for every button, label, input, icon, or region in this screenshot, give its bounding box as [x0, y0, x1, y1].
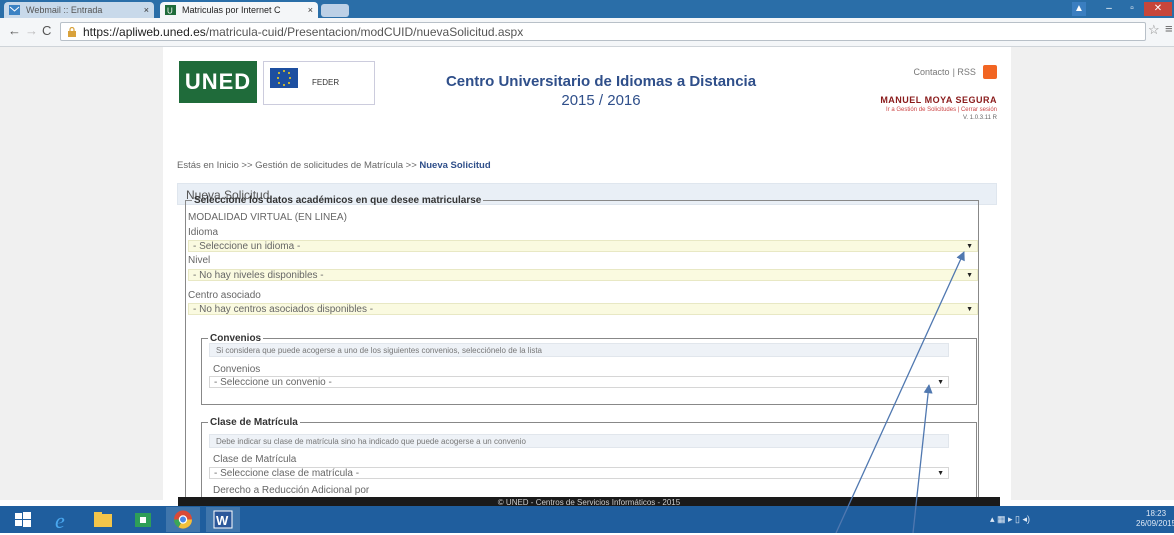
bookmark-star-icon[interactable]: ☆	[1148, 22, 1160, 38]
chevron-down-icon[interactable]: ▼	[937, 468, 944, 480]
system-tray-icons[interactable]: ▴ ▦ ▸ ▯ ◂)	[990, 514, 1030, 525]
tab-matriculas[interactable]: U Matriculas por Internet C ×	[160, 2, 318, 18]
address-bar[interactable]: https://apliweb.uned.es/matricula-cuid/P…	[60, 22, 1146, 41]
clock-time: 18:23	[1146, 509, 1167, 518]
version-label: V. 1.0.3.11 R	[962, 115, 997, 121]
nivel-select-value: - No hay niveles disponibles -	[193, 270, 324, 281]
clase-select[interactable]: - Seleccione clase de matrícula - ▼	[209, 467, 949, 479]
user-icon[interactable]: ▲	[1072, 2, 1086, 16]
rss-icon[interactable]	[983, 65, 997, 79]
derecho-label: Derecho a Reducción Adicional por	[213, 485, 370, 496]
convenios-label: Convenios	[213, 364, 261, 375]
clase-info: Debe indicar su clase de matrícula sino …	[209, 434, 949, 448]
uned-favicon-icon: U	[165, 5, 176, 15]
chevron-down-icon[interactable]: ▼	[966, 270, 973, 282]
contact-link[interactable]: Contacto	[913, 67, 949, 77]
windows-start-icon[interactable]	[6, 507, 40, 532]
forward-arrow-icon[interactable]: →	[25, 23, 38, 38]
lock-warning-icon	[68, 27, 76, 37]
menu-icon[interactable]: ≡	[1165, 21, 1173, 36]
windows-taskbar: e W ▴ ▦ ▸ ▯ ◂) 18:23 26/09/2015	[0, 506, 1174, 533]
eu-flag-icon	[270, 68, 298, 88]
svg-text:W: W	[216, 513, 229, 528]
academic-data-legend: Seleccione los datos académicos en que d…	[194, 195, 482, 206]
clock[interactable]: 18:23 26/09/2015	[1136, 509, 1174, 529]
site-title-line2: 2015 / 2016	[561, 92, 641, 109]
nivel-select[interactable]: - No hay niveles disponibles - ▼	[188, 269, 978, 281]
user-name: MANUEL MOYA SEGURA	[880, 95, 997, 105]
convenios-select-value: - Seleccione un convenio -	[214, 377, 332, 388]
clase-matricula-legend: Clase de Matrícula	[210, 417, 298, 428]
browser-tab-strip: Webmail :: Entrada × U Matriculas por In…	[0, 0, 1174, 18]
centro-select[interactable]: - No hay centros asociados disponibles -…	[188, 303, 978, 315]
page-content: UNED FEDER Centro Universitario de Idiom…	[163, 47, 1011, 500]
tab-matriculas-title: Matriculas por Internet C	[182, 5, 281, 15]
breadcrumb: Estás en Inicio >> Gestión de solicitude…	[177, 160, 491, 171]
back-arrow-icon[interactable]: ←	[8, 23, 21, 38]
idioma-select[interactable]: - Seleccione un idioma - ▼	[188, 240, 978, 252]
store-icon[interactable]	[126, 507, 160, 532]
site-title: Centro Universitario de Idiomas a Distan…	[421, 73, 781, 109]
convenios-select[interactable]: - Seleccione un convenio - ▼	[209, 376, 949, 388]
url-host: https://apliweb.uned.es	[83, 25, 206, 39]
internet-explorer-icon[interactable]: e	[46, 507, 80, 533]
close-tab-icon[interactable]: ×	[144, 2, 149, 18]
reload-icon[interactable]: C	[42, 23, 51, 38]
chevron-down-icon[interactable]: ▼	[937, 377, 944, 389]
svg-text:e: e	[55, 508, 65, 532]
file-explorer-icon[interactable]	[86, 507, 120, 532]
minimize-button[interactable]: –	[1098, 2, 1120, 16]
clase-select-value: - Seleccione clase de matrícula -	[214, 468, 360, 479]
idioma-select-value: - Seleccione un idioma -	[193, 241, 301, 252]
header-links: Contacto | RSS	[913, 65, 997, 79]
feder-logo: FEDER	[263, 61, 375, 105]
idioma-label: Idioma	[188, 227, 219, 238]
url-path: /matricula-cuid/Presentacion/modCUID/nue…	[205, 25, 524, 39]
feder-label: FEDER	[312, 78, 340, 87]
browser-toolbar: ← → C https://apliweb.uned.es/matricula-…	[0, 18, 1174, 47]
nivel-label: Nivel	[188, 255, 211, 266]
centro-select-value: - No hay centros asociados disponibles -	[193, 304, 374, 315]
centro-label: Centro asociado	[188, 290, 261, 301]
close-tab-icon[interactable]: ×	[308, 2, 313, 18]
clock-date: 26/09/2015	[1136, 519, 1174, 528]
uned-logo[interactable]: UNED	[179, 61, 257, 103]
tab-webmail[interactable]: Webmail :: Entrada ×	[4, 2, 154, 18]
rss-link[interactable]: RSS	[957, 67, 976, 77]
clase-label: Clase de Matrícula	[213, 454, 297, 465]
tab-webmail-title: Webmail :: Entrada	[26, 5, 103, 15]
user-links[interactable]: Ir a Gestión de Solicitudes | Cerrar ses…	[886, 107, 997, 113]
page-viewport: UNED FEDER Centro Universitario de Idiom…	[0, 47, 1174, 500]
site-title-line1: Centro Universitario de Idiomas a Distan…	[445, 73, 757, 90]
chrome-icon[interactable]	[166, 507, 200, 532]
close-window-button[interactable]: ✕	[1144, 2, 1172, 16]
modality-label: MODALIDAD VIRTUAL (EN LINEA)	[188, 212, 347, 223]
webmail-favicon-icon	[9, 5, 20, 15]
maximize-button[interactable]: ▫	[1121, 2, 1143, 16]
breadcrumb-path[interactable]: Estás en Inicio >> Gestión de solicitude…	[177, 160, 417, 171]
chevron-down-icon[interactable]: ▼	[966, 304, 973, 316]
chevron-down-icon[interactable]: ▼	[966, 241, 973, 253]
word-icon[interactable]: W	[206, 507, 240, 532]
new-tab-button[interactable]	[321, 4, 349, 17]
svg-text:U: U	[167, 7, 173, 16]
convenios-info: Si considera que puede acogerse a uno de…	[209, 343, 949, 357]
breadcrumb-current: Nueva Solicitud	[419, 160, 491, 171]
